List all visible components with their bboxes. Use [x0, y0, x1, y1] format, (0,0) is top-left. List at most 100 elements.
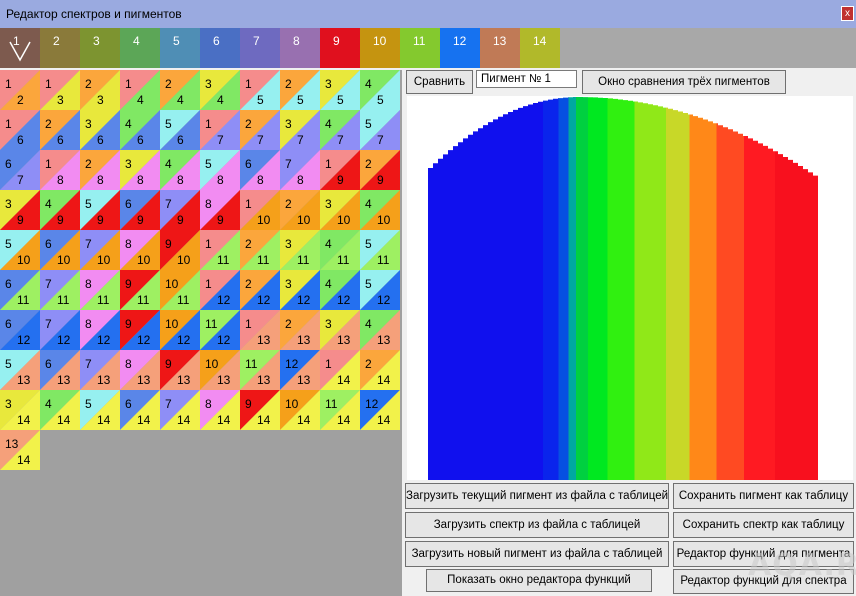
mixture-cell[interactable]: 56: [160, 110, 200, 150]
mixture-cell[interactable]: 1 13: [240, 310, 280, 350]
mixture-cell[interactable]: 39: [0, 190, 40, 230]
mixture-cell[interactable]: 4 13: [360, 310, 400, 350]
mixture-cell[interactable]: 7 14: [160, 390, 200, 430]
pigment-tab-10[interactable]: 10: [360, 28, 400, 68]
pigment-name-input[interactable]: [476, 70, 577, 88]
mixture-cell[interactable]: 12 13: [280, 350, 320, 390]
mixture-cell[interactable]: 68: [240, 150, 280, 190]
mixture-cell[interactable]: 8 12: [80, 310, 120, 350]
mixture-cell[interactable]: 89: [200, 190, 240, 230]
mixture-cell[interactable]: 25: [280, 70, 320, 110]
mixture-cell[interactable]: 8 10: [120, 230, 160, 270]
mixture-cell[interactable]: 10 12: [160, 310, 200, 350]
mixture-cell[interactable]: 35: [320, 70, 360, 110]
mixture-cell[interactable]: 4 10: [360, 190, 400, 230]
mixture-cell[interactable]: 4 14: [40, 390, 80, 430]
pigment-tab-14[interactable]: 14: [520, 28, 560, 68]
mixture-cell[interactable]: 23: [80, 70, 120, 110]
mixture-cell[interactable]: 67: [0, 150, 40, 190]
mixture-cell[interactable]: 7 11: [40, 270, 80, 310]
mixture-cell[interactable]: 1 11: [200, 230, 240, 270]
mixture-cell[interactable]: 2 12: [240, 270, 280, 310]
mixture-cell[interactable]: 12: [0, 70, 40, 110]
pigment-tab-11[interactable]: 11: [400, 28, 440, 68]
mixture-cell[interactable]: 26: [40, 110, 80, 150]
mixture-cell[interactable]: 4 12: [320, 270, 360, 310]
mixture-cell[interactable]: 16: [0, 110, 40, 150]
mixture-cell[interactable]: 5 12: [360, 270, 400, 310]
mixture-cell[interactable]: 47: [320, 110, 360, 150]
mixture-cell[interactable]: 10 11: [160, 270, 200, 310]
mixture-cell[interactable]: 3 11: [280, 230, 320, 270]
mixture-cell[interactable]: 37: [280, 110, 320, 150]
mixture-cell[interactable]: 3 13: [320, 310, 360, 350]
mixture-cell[interactable]: 6 12: [0, 310, 40, 350]
pigment-tab-9[interactable]: 9: [320, 28, 360, 68]
mixture-cell[interactable]: 10 14: [280, 390, 320, 430]
mixture-cell[interactable]: 5 13: [0, 350, 40, 390]
mixture-cell[interactable]: 13: [40, 70, 80, 110]
mixture-cell[interactable]: 11 13: [240, 350, 280, 390]
pigment-tab-4[interactable]: 4: [120, 28, 160, 68]
pigment-tab-12[interactable]: 12: [440, 28, 480, 68]
mixture-cell[interactable]: 9 13: [160, 350, 200, 390]
mixture-cell[interactable]: 6 11: [0, 270, 40, 310]
mixture-cell[interactable]: 38: [120, 150, 160, 190]
mixture-cell[interactable]: 10 13: [200, 350, 240, 390]
mixture-cell[interactable]: 6 14: [120, 390, 160, 430]
mixture-cell[interactable]: 28: [80, 150, 120, 190]
mixture-cell[interactable]: 18: [40, 150, 80, 190]
pigment-tab-3[interactable]: 3: [80, 28, 120, 68]
mixture-cell[interactable]: 57: [360, 110, 400, 150]
mixture-cell[interactable]: 4 11: [320, 230, 360, 270]
mixture-cell[interactable]: 2 13: [280, 310, 320, 350]
compare-button[interactable]: Сравнить: [406, 70, 473, 94]
mixture-cell[interactable]: 17: [200, 110, 240, 150]
mixture-cell[interactable]: 78: [280, 150, 320, 190]
pigment-tab-5[interactable]: 5: [160, 28, 200, 68]
mixture-cell[interactable]: 34: [200, 70, 240, 110]
mixture-cell[interactable]: 3 12: [280, 270, 320, 310]
close-button[interactable]: x: [841, 6, 854, 21]
mixture-cell[interactable]: 1 14: [320, 350, 360, 390]
mixture-cell[interactable]: 45: [360, 70, 400, 110]
mixture-cell[interactable]: 8 13: [120, 350, 160, 390]
mixture-cell[interactable]: 7 13: [80, 350, 120, 390]
pigment-tab-13[interactable]: 13: [480, 28, 520, 68]
load-spectrum-button[interactable]: Загрузить спектр из файла с таблицей: [405, 512, 669, 538]
save-spectrum-table-button[interactable]: Сохранить спектр как таблицу: [673, 512, 854, 538]
compare-three-button[interactable]: Окно сравнения трёх пигментов: [582, 70, 786, 94]
mixture-cell[interactable]: 46: [120, 110, 160, 150]
mixture-cell[interactable]: 3 14: [0, 390, 40, 430]
mixture-cell[interactable]: 13 14: [0, 430, 40, 470]
mixture-cell[interactable]: 6 13: [40, 350, 80, 390]
mixture-cell[interactable]: 11 12: [200, 310, 240, 350]
mixture-cell[interactable]: 5 11: [360, 230, 400, 270]
mixture-cell[interactable]: 9 11: [120, 270, 160, 310]
mixture-cell[interactable]: 5 14: [80, 390, 120, 430]
mixture-cell[interactable]: 2 11: [240, 230, 280, 270]
mixture-cell[interactable]: 1 12: [200, 270, 240, 310]
mixture-cell[interactable]: 48: [160, 150, 200, 190]
mixture-cell[interactable]: 15: [240, 70, 280, 110]
pigment-tab-6[interactable]: 6: [200, 28, 240, 68]
mixture-cell[interactable]: 5 10: [0, 230, 40, 270]
mixture-cell[interactable]: 27: [240, 110, 280, 150]
mixture-cell[interactable]: 29: [360, 150, 400, 190]
pigment-tab-1[interactable]: 1: [0, 28, 40, 68]
mixture-cell[interactable]: 69: [120, 190, 160, 230]
save-pigment-table-button[interactable]: Сохранить пигмент как таблицу: [673, 483, 854, 509]
load-new-pigment-button[interactable]: Загрузить новый пигмент из файла с табли…: [405, 541, 669, 567]
mixture-cell[interactable]: 9 12: [120, 310, 160, 350]
show-function-editor-button[interactable]: Показать окно редактора функций: [426, 569, 652, 592]
mixture-cell[interactable]: 19: [320, 150, 360, 190]
mixture-cell[interactable]: 58: [200, 150, 240, 190]
load-current-pigment-button[interactable]: Загрузить текущий пигмент из файла с таб…: [405, 483, 669, 509]
mixture-cell[interactable]: 11 14: [320, 390, 360, 430]
pigment-tab-7[interactable]: 7: [240, 28, 280, 68]
mixture-cell[interactable]: 8 14: [200, 390, 240, 430]
pigment-tab-8[interactable]: 8: [280, 28, 320, 68]
mixture-cell[interactable]: 24: [160, 70, 200, 110]
mixture-cell[interactable]: 79: [160, 190, 200, 230]
mixture-cell[interactable]: 59: [80, 190, 120, 230]
